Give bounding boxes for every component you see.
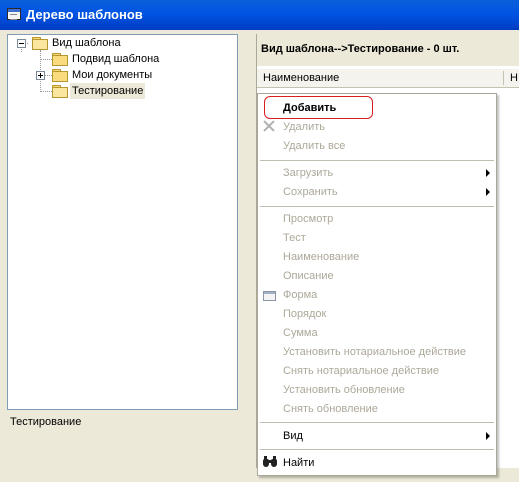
tree-item-label: Тестирование [70, 83, 146, 99]
menu-item-add[interactable]: Добавить [283, 99, 336, 117]
menu-separator [260, 422, 494, 423]
collapse-root-button[interactable] [17, 39, 26, 48]
tree-connector [40, 91, 52, 92]
menu-item-remove-notarial-action[interactable]: Снять нотариальное действие [283, 362, 439, 380]
submenu-arrow-icon [486, 188, 490, 196]
menu-item-description[interactable]: Описание [283, 267, 334, 285]
app-window-icon [7, 8, 21, 20]
menu-item-form[interactable]: Форма [283, 286, 317, 304]
panel-header: Вид шаблона-->Тестирование - 0 шт. [257, 34, 519, 66]
menu-item-find[interactable]: Найти [283, 454, 314, 472]
menu-item-delete[interactable]: Удалить [283, 118, 325, 136]
window-title: Дерево шаблонов [26, 7, 143, 22]
menu-item-preview[interactable]: Просмотр [283, 210, 333, 228]
menu-item-set-notarial-action[interactable]: Установить нотариальное действие [283, 343, 466, 361]
tree-item-label: Мои документы [72, 69, 153, 81]
context-menu: Добавить Удалить Удалить все Загрузить С… [257, 93, 497, 476]
menu-item-order[interactable]: Порядок [283, 305, 326, 323]
panel-header-title: Вид шаблона-->Тестирование - 0 шт. [261, 43, 460, 55]
folder-open-icon [52, 85, 68, 98]
tree-item-label: Подвид шаблона [72, 53, 160, 65]
column-divider[interactable] [503, 71, 504, 85]
submenu-arrow-icon [486, 432, 490, 440]
title-bar[interactable]: Дерево шаблонов [0, 0, 519, 30]
selected-node-text: Тестирование [10, 416, 82, 428]
menu-item-view[interactable]: Вид [283, 427, 303, 445]
submenu-arrow-icon [486, 169, 490, 177]
menu-item-name[interactable]: Наименование [283, 248, 359, 266]
menu-item-test[interactable]: Тест [283, 229, 306, 247]
menu-item-delete-all[interactable]: Удалить все [283, 137, 345, 155]
expand-my-documents-button[interactable] [36, 71, 45, 80]
folder-icon [52, 69, 68, 82]
folder-open-icon [32, 37, 48, 50]
template-tree[interactable]: Вид шаблона Подвид шаблона Мои документы… [7, 34, 238, 410]
menu-separator [260, 206, 494, 207]
column-next[interactable]: Н [510, 72, 518, 84]
menu-item-set-update[interactable]: Установить обновление [283, 381, 405, 399]
tree-connector [40, 59, 52, 60]
folder-icon [52, 53, 68, 66]
column-name[interactable]: Наименование [263, 72, 339, 84]
tree-item-label: Вид шаблона [52, 37, 121, 49]
menu-item-remove-update[interactable]: Снять обновление [283, 400, 378, 418]
form-window-icon [263, 291, 276, 301]
menu-item-save[interactable]: Сохранить [283, 183, 338, 201]
column-header[interactable]: Наименование Н [257, 69, 519, 88]
delete-x-icon [263, 120, 275, 132]
binoculars-icon [263, 456, 278, 468]
menu-item-sum[interactable]: Сумма [283, 324, 318, 342]
menu-item-load[interactable]: Загрузить [283, 164, 333, 182]
menu-separator [260, 160, 494, 161]
tree-connector [45, 75, 52, 76]
menu-separator [260, 449, 494, 450]
